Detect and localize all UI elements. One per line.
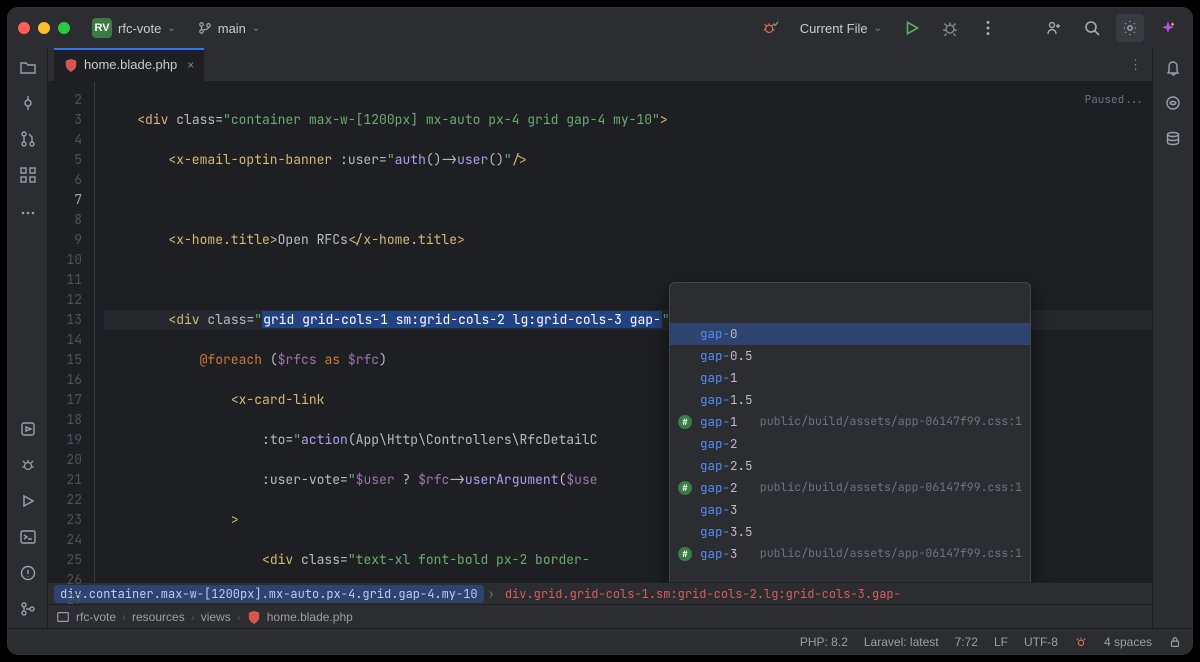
tabs-more-icon[interactable]: ⋮ xyxy=(1119,48,1152,81)
status-bar: PHP: 8.2 Laravel: latest 7:72 LF UTF-8 4… xyxy=(8,628,1192,654)
autocomplete-item[interactable]: #gap-1public/build/assets/app-06147f99.c… xyxy=(670,411,1030,433)
status-caret-pos[interactable]: 7:72 xyxy=(955,635,978,649)
tab-label: home.blade.php xyxy=(84,57,177,72)
autocomplete-item[interactable]: gap-3 xyxy=(670,499,1030,521)
autocomplete-item[interactable]: #gap-2public/build/assets/app-06147f99.c… xyxy=(670,477,1030,499)
branch-icon xyxy=(198,21,212,35)
maximize-window-icon[interactable] xyxy=(58,22,70,34)
run-config-label: Current File xyxy=(800,21,868,36)
minimize-window-icon[interactable] xyxy=(38,22,50,34)
code-with-me-icon[interactable] xyxy=(1040,14,1068,42)
tailwind-icon xyxy=(678,349,692,363)
debug-icon[interactable] xyxy=(936,14,964,42)
status-php[interactable]: PHP: 8.2 xyxy=(800,635,848,649)
left-tool-rail xyxy=(8,48,48,628)
status-readonly-icon[interactable] xyxy=(1168,635,1182,649)
services-tool-icon[interactable] xyxy=(17,418,39,440)
autocomplete-item[interactable]: gap-0 xyxy=(670,323,1030,345)
status-bug-icon[interactable] xyxy=(1074,635,1088,649)
tailwind-icon xyxy=(678,503,692,517)
branch-name: main xyxy=(218,21,246,36)
settings-icon[interactable] xyxy=(1116,14,1144,42)
blade-file-icon xyxy=(64,58,78,72)
status-indent[interactable]: 4 spaces xyxy=(1104,635,1152,649)
more-icon[interactable] xyxy=(974,14,1002,42)
right-tool-rail xyxy=(1152,48,1192,628)
database-icon[interactable] xyxy=(1162,128,1184,150)
tailwind-icon xyxy=(678,525,692,539)
notifications-icon[interactable] xyxy=(1162,56,1184,78)
search-icon[interactable] xyxy=(1078,14,1106,42)
tailwind-icon xyxy=(678,371,692,385)
tailwind-icon xyxy=(678,393,692,407)
debug-tool-icon[interactable] xyxy=(17,454,39,476)
css-class-icon: # xyxy=(678,481,692,495)
close-window-icon[interactable] xyxy=(18,22,30,34)
run-config-selector[interactable]: Current File ⌄ xyxy=(794,17,888,40)
copilot-icon[interactable] xyxy=(1154,14,1182,42)
tab-home-blade[interactable]: home.blade.php × xyxy=(54,48,204,81)
chevron-down-icon: ⌄ xyxy=(874,23,882,34)
autocomplete-item[interactable]: gap-1.5 xyxy=(670,389,1030,411)
nav-item[interactable]: rfc-vote xyxy=(76,610,116,624)
autocomplete-item[interactable]: gap-2.5 xyxy=(670,455,1030,477)
status-encoding[interactable]: UTF-8 xyxy=(1024,635,1058,649)
close-tab-icon[interactable]: × xyxy=(187,58,194,72)
ai-assistant-icon[interactable] xyxy=(1162,92,1184,114)
autocomplete-item[interactable]: gap-0.5 xyxy=(670,345,1030,367)
project-selector[interactable]: RV rfc-vote ⌄ xyxy=(86,14,182,42)
paused-indicator: Paused... xyxy=(1085,90,1144,110)
bug-check-icon[interactable] xyxy=(756,14,784,42)
blade-file-icon xyxy=(247,610,261,624)
structure-tool-icon[interactable] xyxy=(17,164,39,186)
vcs-tool-icon[interactable] xyxy=(17,598,39,620)
terminal-tool-icon[interactable] xyxy=(17,526,39,548)
crumb-current[interactable]: div.grid.grid-cols-1.sm:grid-cols-2.lg:g… xyxy=(499,585,907,603)
nav-breadcrumb[interactable]: rfc-vote› resources› views› home.blade.p… xyxy=(48,604,1152,628)
run-icon[interactable] xyxy=(898,14,926,42)
nav-item[interactable]: resources xyxy=(132,610,185,624)
crumb-parent[interactable]: div.container.max-w-[1200px].mx-auto.px-… xyxy=(54,585,484,603)
more-tool-icon[interactable] xyxy=(17,202,39,224)
nav-item[interactable]: home.blade.php xyxy=(267,610,353,624)
tailwind-icon xyxy=(678,437,692,451)
tailwind-icon xyxy=(678,327,692,341)
status-laravel[interactable]: Laravel: latest xyxy=(864,635,939,649)
pull-requests-icon[interactable] xyxy=(17,128,39,150)
code-area[interactable]: <div class="container max-w-[1200px] mx-… xyxy=(104,82,1152,582)
project-tool-icon[interactable] xyxy=(17,56,39,78)
autocomplete-item[interactable]: #gap-3public/build/assets/app-06147f99.c… xyxy=(670,543,1030,565)
html-breadcrumb[interactable]: div.container.max-w-[1200px].mx-auto.px-… xyxy=(48,582,1152,604)
project-name: rfc-vote xyxy=(118,21,161,36)
autocomplete-popup: gap-0gap-0.5gap-1gap-1.5#gap-1public/bui… xyxy=(669,282,1031,582)
editor-tabs: home.blade.php × ⋮ xyxy=(48,48,1152,82)
commit-tool-icon[interactable] xyxy=(17,92,39,114)
project-icon xyxy=(56,610,70,624)
autocomplete-item[interactable]: gap-3.5 xyxy=(670,521,1030,543)
run-tool-icon[interactable] xyxy=(17,490,39,512)
window-controls xyxy=(18,22,70,34)
css-class-icon: # xyxy=(678,415,692,429)
titlebar: RV rfc-vote ⌄ main ⌄ Current File ⌄ xyxy=(8,8,1192,48)
status-line-sep[interactable]: LF xyxy=(994,635,1008,649)
problems-tool-icon[interactable] xyxy=(17,562,39,584)
autocomplete-item[interactable]: gap-2 xyxy=(670,433,1030,455)
tailwind-icon xyxy=(678,459,692,473)
line-gutter: 2345678910111213141516171819202122232425… xyxy=(48,82,90,582)
autocomplete-list[interactable]: gap-0gap-0.5gap-1gap-1.5#gap-1public/bui… xyxy=(670,323,1030,565)
nav-item[interactable]: views xyxy=(201,610,231,624)
chevron-down-icon: ⌄ xyxy=(252,23,260,34)
branch-selector[interactable]: main ⌄ xyxy=(192,17,267,40)
css-class-icon: # xyxy=(678,547,692,561)
chevron-down-icon: ⌄ xyxy=(167,23,175,34)
project-badge: RV xyxy=(92,18,112,38)
autocomplete-item[interactable]: gap-1 xyxy=(670,367,1030,389)
code-editor[interactable]: 2345678910111213141516171819202122232425… xyxy=(48,82,1152,582)
